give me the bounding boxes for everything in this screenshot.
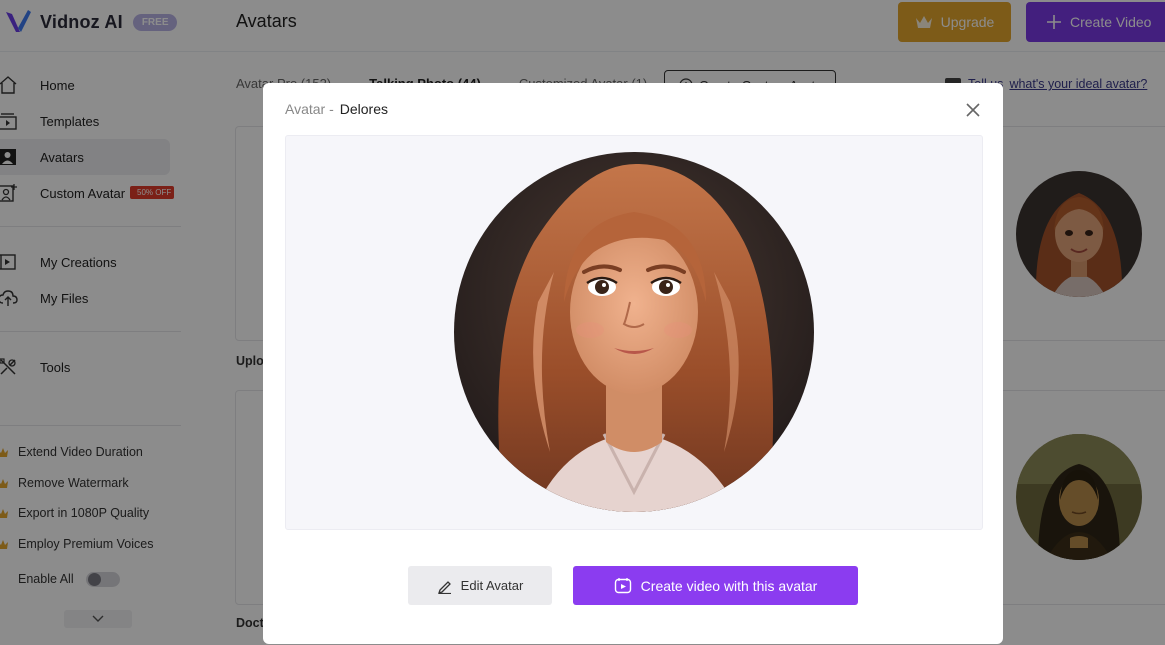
edit-avatar-label: Edit Avatar <box>460 578 524 593</box>
app-page: Vidnoz AI FREE Avatars Upgrade Create Vi… <box>0 0 1165 645</box>
edit-pencil-icon <box>437 580 451 594</box>
create-video-with-avatar-label: Create video with this avatar <box>640 577 818 594</box>
modal-title: Avatar - Delores <box>285 101 388 117</box>
close-icon <box>966 103 980 117</box>
avatar-portrait <box>454 152 814 512</box>
video-create-icon <box>614 577 631 593</box>
create-video-with-avatar-button[interactable]: Create video with this avatar <box>573 566 858 605</box>
avatar-preview-area <box>285 135 983 530</box>
avatar-name: Delores <box>339 101 389 117</box>
avatar-preview-modal: Avatar - Delores Edit Avatar Create vide… <box>263 83 1003 644</box>
edit-avatar-button[interactable]: Edit Avatar <box>408 566 552 605</box>
close-button[interactable] <box>963 100 983 120</box>
avatar-portrait-image <box>454 152 814 512</box>
modal-title-prefix: Avatar - <box>285 101 334 117</box>
